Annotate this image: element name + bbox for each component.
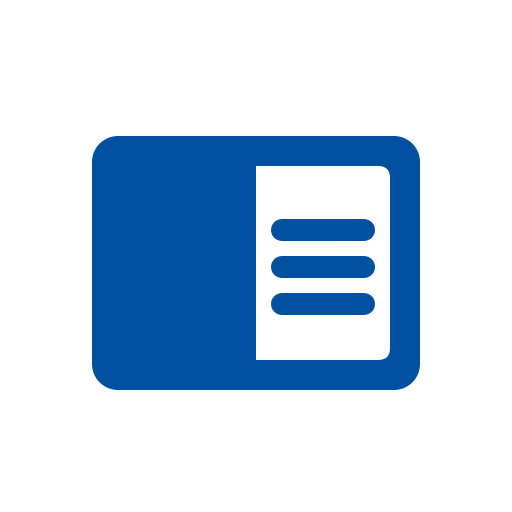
icon-canvas — [0, 0, 512, 512]
sidebar-panel-icon-graphic — [92, 136, 420, 390]
sidebar-panel-icon — [0, 0, 512, 512]
